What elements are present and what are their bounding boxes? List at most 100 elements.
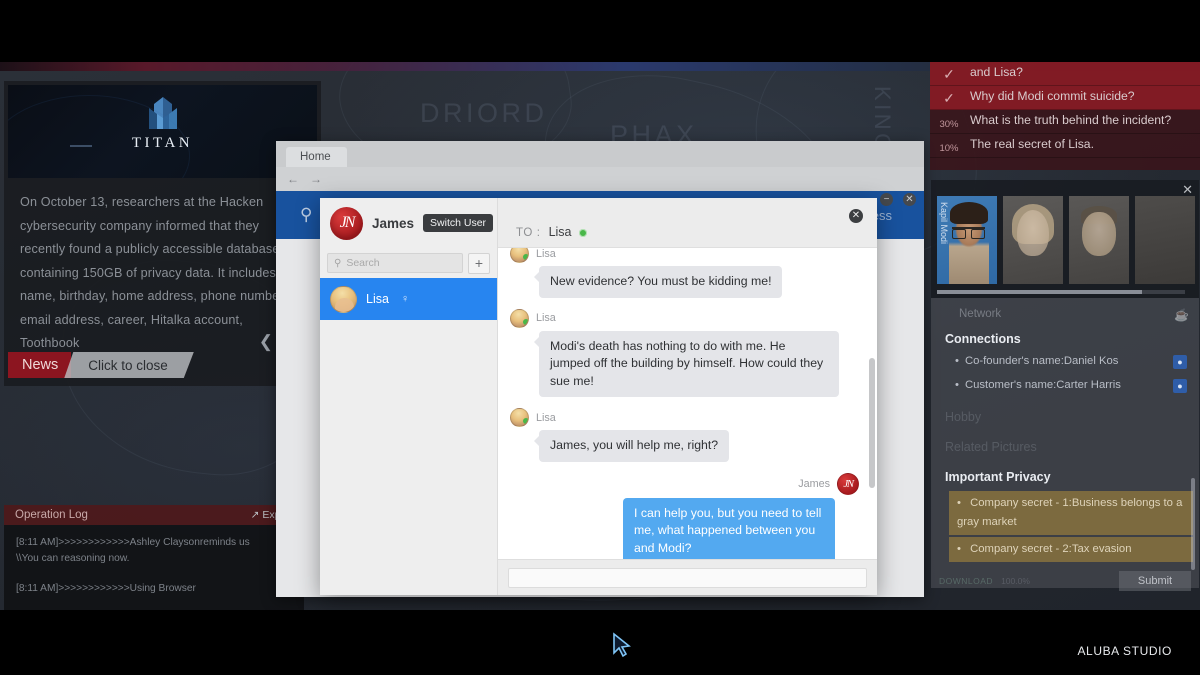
chat-sidebar: James Switch User ⚲ Search + Lisa ♀ xyxy=(320,198,498,595)
chat-message-bubble: Modi's death has nothing to do with me. … xyxy=(539,331,839,398)
search-placeholder: Search xyxy=(346,257,379,269)
question-row[interactable]: ✓ and Lisa? xyxy=(930,62,1200,86)
question-row[interactable]: 30% What is the truth behind the inciden… xyxy=(930,110,1200,134)
avatar xyxy=(330,286,357,313)
photo-name-label: Kapil Modi xyxy=(939,202,949,244)
info-heading-connections: Connections xyxy=(945,332,1187,346)
question-text: Why did Modi commit suicide? xyxy=(968,86,1145,109)
dossier-footer: DOWNLOAD 100.0% Submit xyxy=(931,568,1199,594)
submit-button[interactable]: Submit xyxy=(1119,571,1191,591)
operation-log-title: Operation Log xyxy=(15,509,88,521)
log-line-fade xyxy=(16,597,292,610)
key-icon: ⚲ xyxy=(300,205,312,225)
info-item-text: Co-founder's name:Daniel Kos xyxy=(965,353,1119,370)
chat-scrollbar[interactable] xyxy=(869,358,875,488)
screen: DRIORD PHAX KING TITAN On October 13, re… xyxy=(0,0,1200,675)
photo-item-selected[interactable]: Kapil Modi xyxy=(937,196,997,284)
chat-window[interactable]: James Switch User ⚲ Search + Lisa ♀ xyxy=(320,198,877,595)
log-line: [8:11 AM]>>>>>>>>>>>>Using Browser xyxy=(16,581,292,597)
info-item-text: Customer's name:Carter Harris xyxy=(965,377,1121,394)
close-button[interactable]: ✕ xyxy=(903,193,916,206)
contact-item-lisa[interactable]: Lisa ♀ xyxy=(320,278,497,320)
avatar xyxy=(510,309,529,328)
browser-tab-home[interactable]: Home xyxy=(286,147,347,167)
info-item-text: Company secret - 2:Tax evasion xyxy=(970,543,1131,555)
info-item-secret[interactable]: • Company secret - 2:Tax evasion xyxy=(949,537,1193,562)
chat-message-list: Lisa New evidence? You must be kidding m… xyxy=(498,248,877,559)
news-body-text: On October 13, researchers at the Hacken… xyxy=(4,178,321,356)
browser-nav-bar: ← → xyxy=(276,167,924,191)
info-item-text: Company secret - 1:Business belongs to a… xyxy=(957,497,1182,528)
titan-logo-icon xyxy=(136,95,190,133)
question-status-check: ✓ xyxy=(930,62,968,83)
game-viewport: DRIORD PHAX KING TITAN On October 13, re… xyxy=(0,62,1200,610)
news-tag-label: News xyxy=(8,352,71,378)
info-tab-network[interactable]: Network xyxy=(945,304,1187,328)
chat-username: James xyxy=(372,216,414,231)
chat-message-input[interactable] xyxy=(508,568,867,588)
photo-item[interactable] xyxy=(1069,196,1129,284)
question-status-check: ✓ xyxy=(930,86,968,107)
news-close-button[interactable]: Click to close xyxy=(64,352,194,378)
chat-message-sender: Lisa xyxy=(536,248,556,260)
question-text: and Lisa? xyxy=(968,62,1033,85)
bullet-icon: • xyxy=(957,543,961,555)
news-panel[interactable]: TITAN On October 13, researchers at the … xyxy=(4,81,321,386)
operation-log-panel: Operation Log ↗ Expand [8:11 AM]>>>>>>>>… xyxy=(4,505,304,610)
chat-message: Lisa New evidence? You must be kidding m… xyxy=(510,248,859,298)
photo-item[interactable] xyxy=(1135,196,1195,284)
question-progress: 10% xyxy=(930,134,968,154)
add-contact-button[interactable]: + xyxy=(468,253,490,274)
chat-message-header: Lisa xyxy=(510,309,859,328)
info-item[interactable]: • Co-founder's name:Daniel Kos ● xyxy=(955,353,1187,370)
lock-icon[interactable]: ● xyxy=(1173,379,1187,393)
avatar xyxy=(837,473,859,495)
news-footer: News Click to close xyxy=(8,352,194,378)
operation-log-header: Operation Log ↗ Expand xyxy=(4,505,304,525)
female-icon: ♀ xyxy=(401,293,409,305)
portrait-face xyxy=(949,214,989,284)
photo-scrollbar[interactable] xyxy=(937,290,1185,294)
switch-user-button[interactable]: Switch User xyxy=(423,214,493,232)
info-item[interactable]: • Customer's name:Carter Harris ● xyxy=(955,377,1187,394)
forward-icon[interactable]: → xyxy=(310,172,322,186)
chat-message-own: James I can help you, but you need to te… xyxy=(510,473,859,560)
titan-wordmark: TITAN xyxy=(132,135,193,152)
question-text: What is the truth behind the incident? xyxy=(968,110,1181,133)
info-item-secret[interactable]: • Company secret - 1:Business belongs to… xyxy=(949,491,1193,535)
photo-item[interactable] xyxy=(1003,196,1063,284)
question-list: ✓ and Lisa? ✓ Why did Modi commit suicid… xyxy=(930,62,1200,170)
chat-message-sender: James xyxy=(798,478,830,490)
chat-message-bubble: James, you will help me, right? xyxy=(539,430,729,462)
question-text: The real secret of Lisa. xyxy=(968,134,1104,157)
info-scrollbar[interactable] xyxy=(1191,478,1195,570)
search-input[interactable]: ⚲ Search xyxy=(327,253,463,273)
log-line-spacer xyxy=(16,567,292,581)
browser-window-controls: − ✕ xyxy=(880,193,916,206)
mouse-cursor xyxy=(612,632,634,660)
bullet-icon: • xyxy=(957,497,961,509)
chat-message-bubble: New evidence? You must be kidding me! xyxy=(539,266,782,298)
bullet-icon: • xyxy=(955,377,959,394)
chat-conversation-header: TO : Lisa xyxy=(498,198,877,248)
chat-close-button[interactable]: ✕ xyxy=(849,209,863,223)
portrait-hair xyxy=(950,202,988,224)
chat-message-header: Lisa xyxy=(510,248,859,263)
news-hero-image: TITAN xyxy=(8,85,317,178)
log-line: \\You can reasoning now. xyxy=(16,551,292,567)
avatar xyxy=(330,207,363,240)
photo-list: Kapil Modi xyxy=(931,180,1199,284)
bookmark-icon[interactable]: ☕ xyxy=(1174,308,1189,322)
chat-input-bar xyxy=(498,559,877,595)
portrait-face xyxy=(1017,210,1049,256)
search-icon: ⚲ xyxy=(334,258,341,269)
log-line: [8:11 AM]>>>>>>>>>>>>Ashley Claysonremin… xyxy=(16,535,292,551)
lock-icon[interactable]: ● xyxy=(1173,355,1187,369)
minimize-button[interactable]: − xyxy=(880,193,893,206)
back-icon[interactable]: ← xyxy=(287,172,299,186)
chevron-left-icon[interactable]: ❮ xyxy=(259,332,273,352)
info-heading-hobby: Hobby xyxy=(945,410,1187,424)
question-row[interactable]: ✓ Why did Modi commit suicide? xyxy=(930,86,1200,110)
chat-message-sender: Lisa xyxy=(536,312,556,324)
question-row[interactable]: 10% The real secret of Lisa. xyxy=(930,134,1200,158)
